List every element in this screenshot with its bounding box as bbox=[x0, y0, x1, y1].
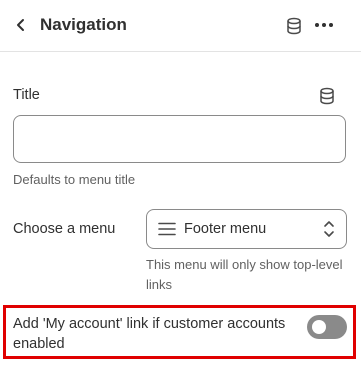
dynamic-source-button[interactable] bbox=[282, 14, 306, 38]
title-help-text: Defaults to menu title bbox=[13, 172, 136, 187]
back-button[interactable] bbox=[9, 13, 33, 37]
title-input[interactable] bbox=[13, 115, 346, 163]
database-icon bbox=[320, 87, 334, 105]
chevron-up-down-icon bbox=[322, 219, 336, 239]
menu-selected-value: Footer menu bbox=[184, 221, 267, 237]
chevron-left-icon bbox=[17, 19, 24, 31]
toggle-knob bbox=[312, 320, 326, 334]
title-label: Title bbox=[13, 87, 40, 103]
more-actions-button[interactable] bbox=[312, 13, 336, 37]
page-title: Navigation bbox=[40, 15, 127, 34]
account-link-label: Add 'My account' link if customer accoun… bbox=[13, 316, 286, 352]
panel-header: Navigation bbox=[0, 0, 361, 52]
menu-help-text: This menu will only show top-level links bbox=[146, 257, 343, 292]
account-link-toggle[interactable] bbox=[307, 315, 347, 339]
menu-label: Choose a menu bbox=[13, 221, 116, 237]
database-icon bbox=[287, 17, 301, 35]
title-dynamic-source-button[interactable] bbox=[316, 85, 338, 107]
menu-lines-icon bbox=[158, 220, 176, 238]
menu-select[interactable]: Footer menu bbox=[146, 209, 347, 249]
more-horizontal-icon bbox=[315, 23, 333, 27]
